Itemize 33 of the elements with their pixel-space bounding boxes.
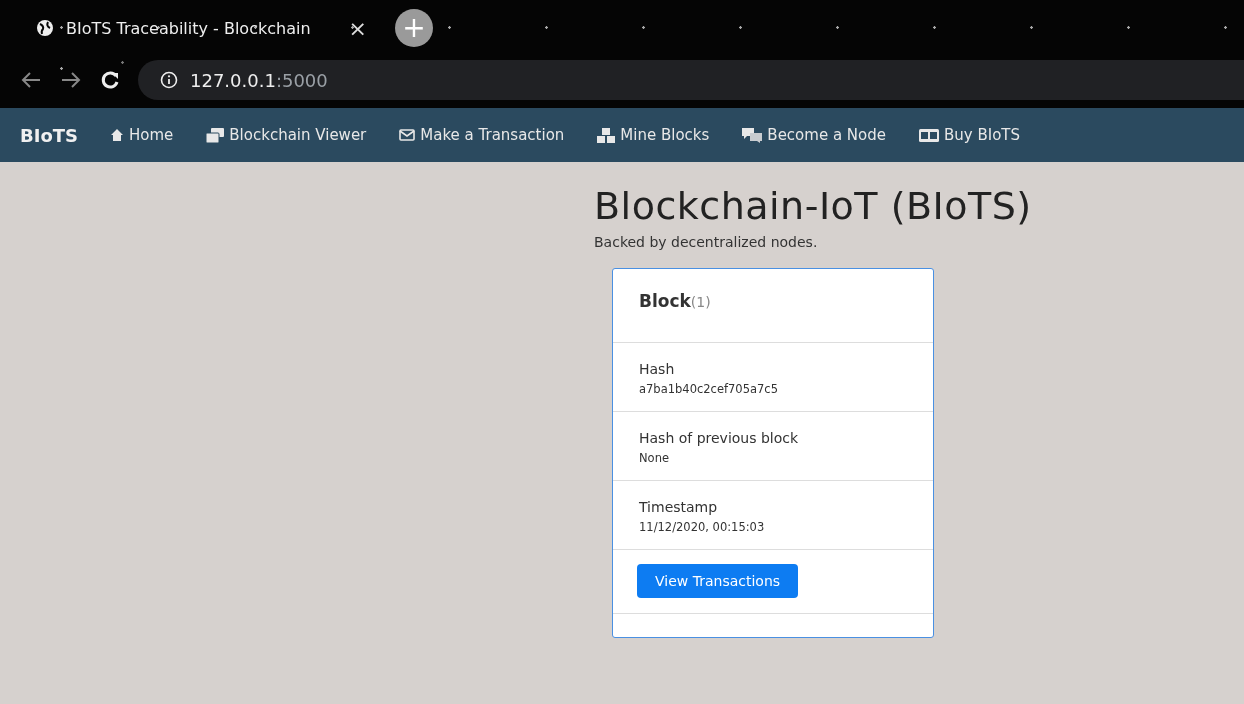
house-icon: [110, 128, 125, 142]
nav-link[interactable]: Mine Blocks: [620, 126, 710, 144]
nav-link[interactable]: Become a Node: [767, 126, 886, 144]
forward-icon[interactable]: [60, 71, 82, 89]
cubes-icon: [597, 127, 616, 143]
view-transactions-button[interactable]: View Transactions: [637, 564, 799, 598]
tab-title[interactable]: BIoTS Traceability - Blockchain: [66, 18, 311, 38]
info-icon: [160, 71, 178, 89]
card-title: Block: [639, 291, 691, 311]
field-value: 11/12/2020, 00:15:03: [639, 520, 765, 534]
nav-link[interactable]: Buy BIoTS: [944, 126, 1021, 144]
id-card-icon: [919, 128, 939, 142]
globe-icon: [36, 19, 54, 37]
block-count: (1): [690, 294, 711, 310]
tab-close-button[interactable]: ×: [348, 15, 367, 41]
nav-link[interactable]: Make a Transaction: [420, 126, 565, 144]
field-label: Hash: [639, 361, 676, 377]
page-title: Blockchain-IoT (BIoTS): [594, 184, 1033, 228]
url-text: 127.0.0.1:5000: [190, 69, 328, 91]
page-subtitle: Backed by decentralized nodes.: [594, 234, 819, 250]
field-label: Timestamp: [639, 499, 719, 515]
navbar-brand[interactable]: BIoTS: [20, 124, 79, 146]
address-bar[interactable]: 127.0.0.1:5000: [138, 60, 1244, 100]
field-value: a7ba1b40c2cef705a7c5: [639, 382, 778, 396]
field-value: None: [639, 451, 669, 465]
windows-icon: [206, 127, 225, 143]
nav-link[interactable]: Home: [129, 126, 174, 144]
back-icon[interactable]: [20, 71, 42, 89]
envelope-icon: [399, 129, 416, 141]
reload-icon[interactable]: [100, 70, 120, 90]
nav-link[interactable]: Blockchain Viewer: [229, 126, 367, 144]
field-label: Hash of previous block: [639, 430, 800, 446]
chat-icon: [742, 127, 763, 143]
